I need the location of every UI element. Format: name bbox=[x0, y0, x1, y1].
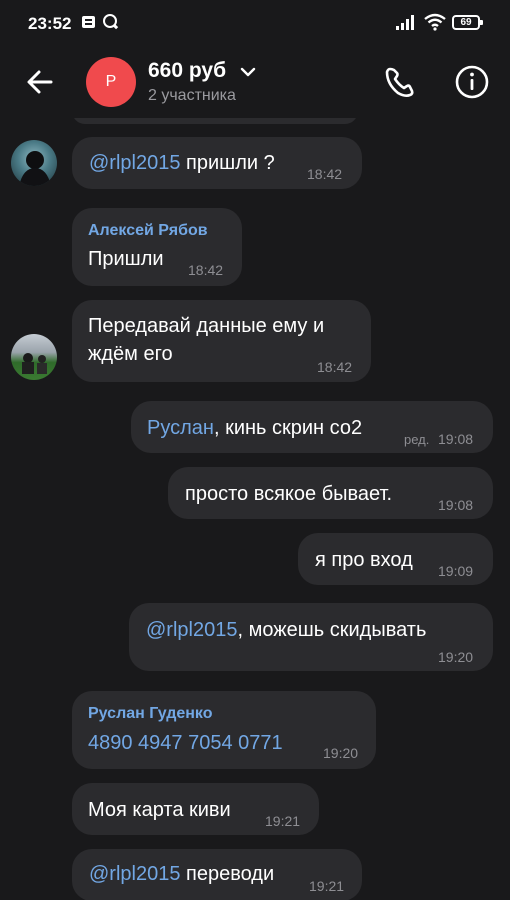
sender-avatar[interactable] bbox=[11, 334, 57, 380]
message-time: 18:42 bbox=[188, 262, 224, 278]
chat-header: Р 660 руб 2 участника bbox=[0, 48, 510, 118]
message-time: 18:42 bbox=[317, 359, 353, 375]
phone-call-icon[interactable] bbox=[380, 62, 420, 102]
back-arrow-icon[interactable] bbox=[20, 62, 60, 102]
message-time: 18:42 bbox=[307, 166, 343, 182]
message-notification-icon bbox=[82, 16, 95, 28]
message-list[interactable]: @rlpl2015 пришли ? 18:42 Алексей Рябов П… bbox=[0, 118, 510, 900]
message-text: Моя карта киви bbox=[88, 799, 231, 821]
search-notification-icon bbox=[103, 14, 117, 28]
chat-title[interactable]: 660 руб bbox=[148, 59, 226, 83]
message-text: переводи bbox=[180, 863, 275, 885]
message-time: 19:08 bbox=[438, 431, 474, 447]
status-bar: 23:52 69 bbox=[0, 0, 510, 48]
message-bubble[interactable]: Моя карта киви 19:21 bbox=[72, 783, 319, 835]
mention-link[interactable]: @rlpl2015 bbox=[146, 619, 237, 641]
message-text: Пришли bbox=[88, 248, 164, 270]
message-bubble[interactable]: @rlpl2015, можешь скидывать 19:20 bbox=[129, 603, 493, 671]
sender-name[interactable]: Алексей Рябов bbox=[88, 222, 208, 240]
message-time: 19:20 bbox=[323, 745, 359, 761]
message-text: , можешь скидывать bbox=[237, 619, 427, 641]
message-bubble[interactable]: Руслан, кинь скрин со2 ред. 19:08 bbox=[131, 401, 493, 453]
message-bubble[interactable]: @rlpl2015 пришли ? 18:42 bbox=[72, 137, 362, 189]
message-text: , кинь скрин со2 bbox=[213, 417, 363, 439]
mention-link[interactable]: @rlpl2015 bbox=[89, 863, 180, 885]
message-bubble[interactable]: Руслан Гуденко 4890 4947 7054 0771 19:20 bbox=[72, 691, 376, 769]
battery-indicator: 69 bbox=[452, 15, 483, 30]
message-text-line: ждём его bbox=[88, 343, 173, 365]
message-text: пришли ? bbox=[180, 152, 275, 174]
message-text: просто всякое бывает. bbox=[185, 483, 393, 505]
status-time: 23:52 bbox=[28, 14, 72, 33]
sender-name[interactable]: Руслан Гуденко bbox=[88, 705, 213, 723]
message-time: 19:09 bbox=[438, 563, 474, 579]
mention-link[interactable]: @rlpl2015 bbox=[89, 152, 180, 174]
message-bubble[interactable]: @rlpl2015 переводи 19:21 bbox=[72, 849, 362, 900]
wifi-icon bbox=[424, 13, 446, 31]
message-bubble[interactable]: я про вход 19:09 bbox=[298, 533, 493, 585]
message-time: 19:21 bbox=[309, 878, 345, 894]
mention-link[interactable]: Руслан bbox=[147, 417, 214, 439]
message-time: 19:20 bbox=[438, 649, 474, 665]
message-bubble[interactable]: просто всякое бывает. 19:08 bbox=[168, 467, 493, 519]
message-time: 19:08 bbox=[438, 497, 474, 513]
message-bubble[interactable]: Алексей Рябов Пришли 18:42 bbox=[72, 208, 242, 286]
message-text: я про вход bbox=[315, 549, 413, 571]
message-bubble[interactable]: Передавай данные ему и ждём его 18:42 bbox=[72, 300, 371, 382]
message-text-line: Передавай данные ему и bbox=[88, 315, 325, 337]
message-time: 19:21 bbox=[265, 813, 301, 829]
chat-avatar[interactable]: Р bbox=[86, 57, 136, 107]
chevron-down-icon[interactable] bbox=[240, 67, 256, 77]
signal-icon bbox=[396, 15, 414, 30]
partial-message-bubble[interactable] bbox=[72, 118, 358, 124]
sender-avatar[interactable] bbox=[11, 140, 57, 186]
info-icon[interactable] bbox=[452, 62, 492, 102]
card-number-link[interactable]: 4890 4947 7054 0771 bbox=[88, 732, 283, 755]
edited-label: ред. bbox=[404, 432, 430, 447]
participants-count: 2 участника bbox=[148, 87, 236, 104]
